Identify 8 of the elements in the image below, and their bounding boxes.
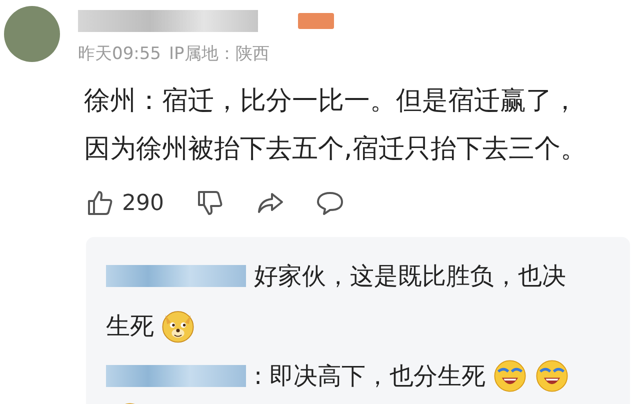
reply-text: 好家伙，这是既比胜负，也决 xyxy=(254,261,566,292)
like-count: 290 xyxy=(122,190,164,216)
comment-text: 徐州：宿迁，比分一比一。但是宿迁赢了， xyxy=(84,85,578,118)
ip-location: IP属地：陕西 xyxy=(169,43,270,65)
comment-text: 因为徐州被抬下去五个,宿迁只抬下去三个。 xyxy=(84,133,586,166)
reply-text: : 即决高下，也分生死 xyxy=(254,361,486,392)
comment-time: 昨天09:55 xyxy=(78,43,161,65)
reply-text: 生死 xyxy=(106,311,154,342)
